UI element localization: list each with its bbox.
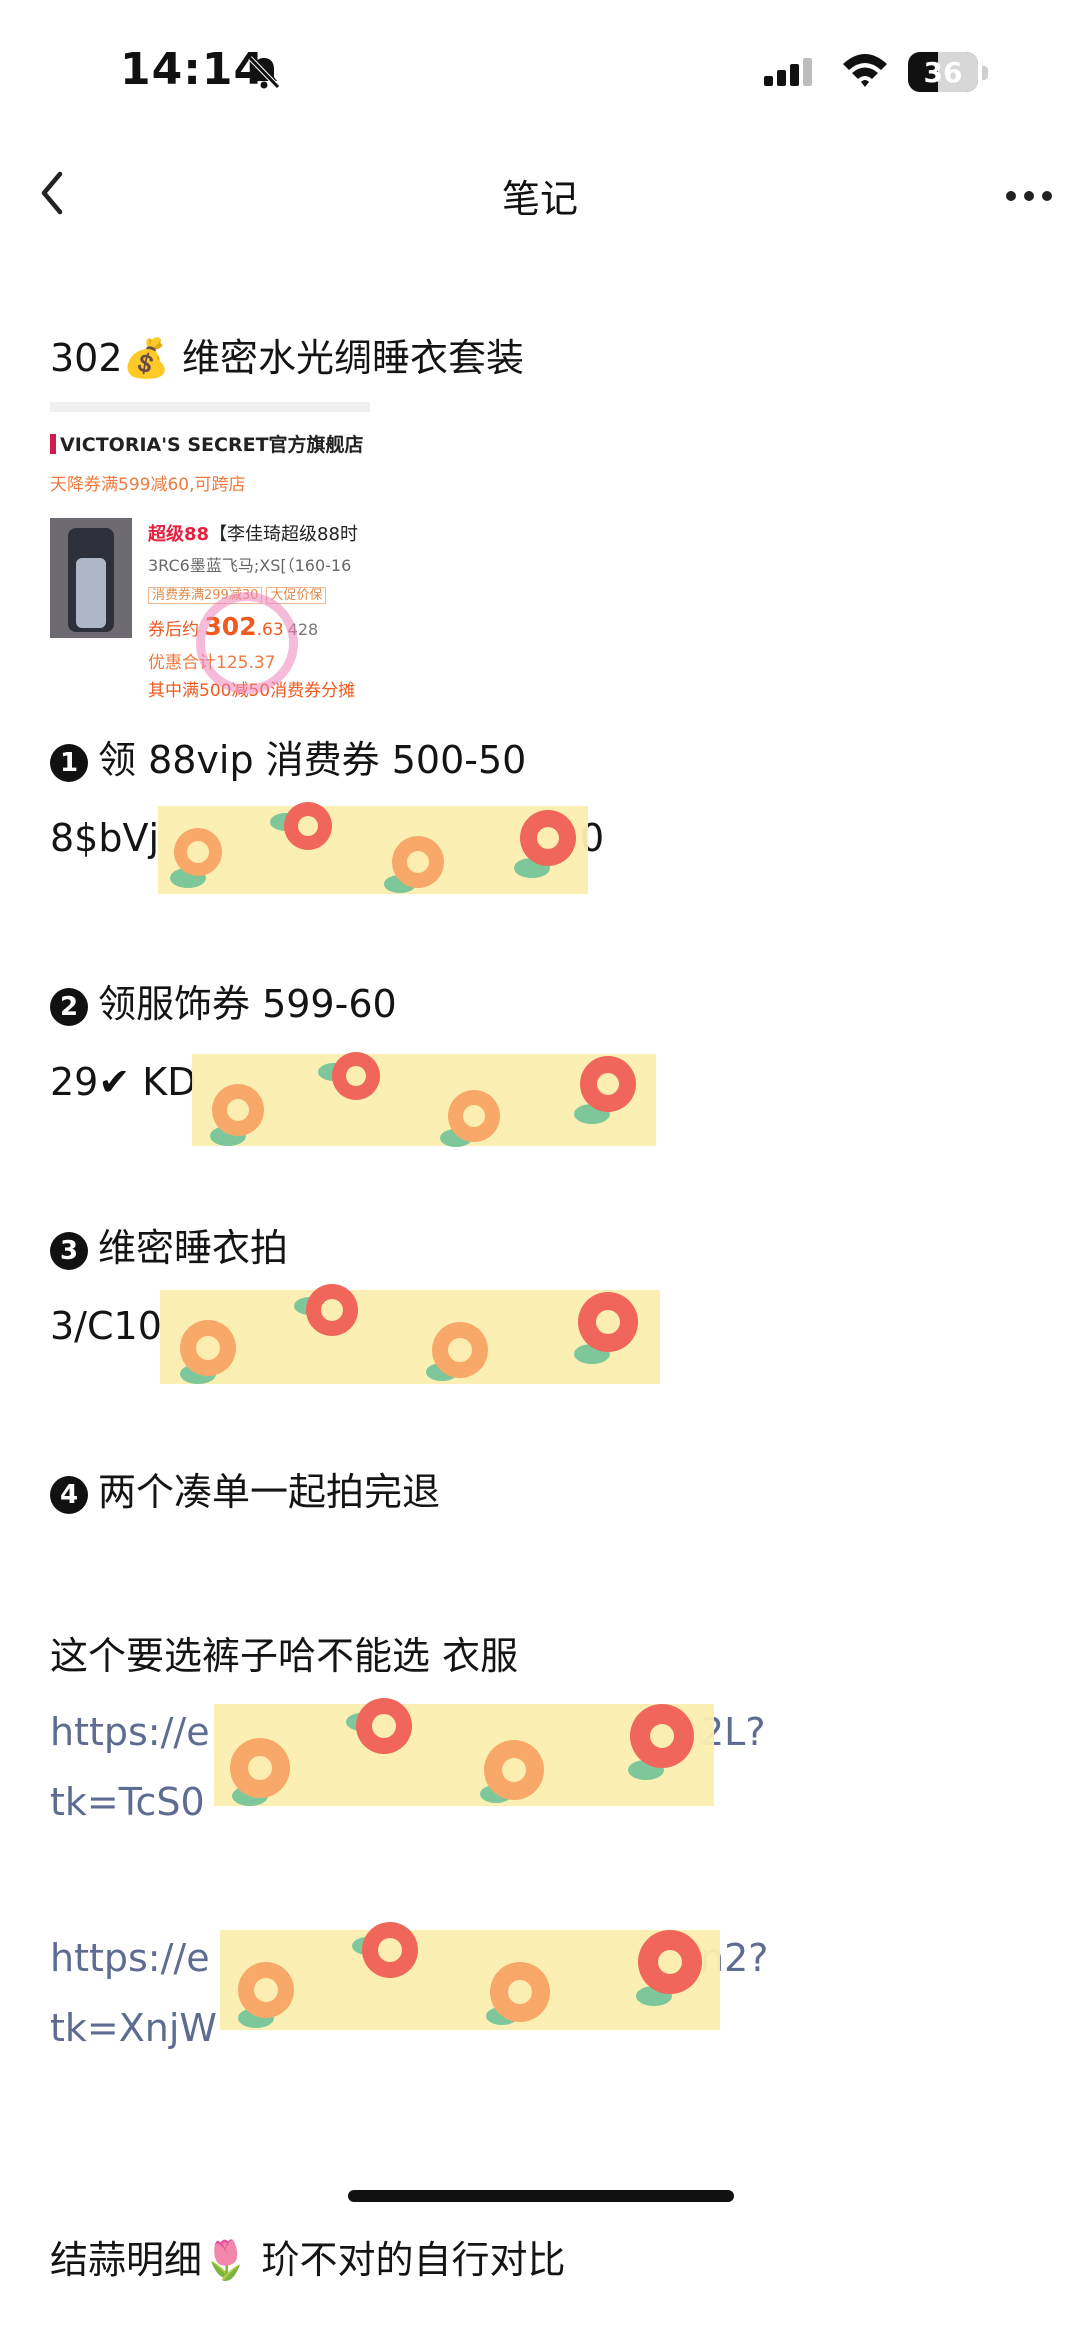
flower-tape-sticker xyxy=(158,802,588,894)
pants-note: 这个要选裤子哈不能选 衣服 xyxy=(50,1634,519,1678)
flower-tape-sticker xyxy=(214,1698,714,1806)
product-screenshot[interactable]: VICTORIA'S SECRET官方旗舰店 天降券满599减60,可跨店 超级… xyxy=(50,402,370,708)
home-indicator[interactable] xyxy=(348,2190,734,2202)
heading-text: 维密水光绸睡衣套装 xyxy=(181,336,524,380)
store-name: VICTORIA'S SECRET官方旗舰店 xyxy=(50,430,364,457)
footer-text: 结蒜明细🌷 玠不对的自行对比 xyxy=(50,2238,566,2282)
step-text: 领 88vip 消费券 500-50 xyxy=(98,738,527,782)
step-number: 4 xyxy=(50,1476,88,1514)
battery-icon: 36 xyxy=(908,52,978,92)
link-1-line-2[interactable]: tk=TcS0 xyxy=(50,1772,205,1832)
step-2: 2 领服饰券 599-60 xyxy=(50,980,397,1028)
step-number: 1 xyxy=(50,744,88,782)
step-text: 领服饰券 599-60 xyxy=(98,982,397,1026)
page-title: 笔记 xyxy=(501,177,578,221)
flower-tape-sticker xyxy=(192,1052,656,1147)
step-number: 3 xyxy=(50,1232,88,1270)
flower-tape-sticker xyxy=(160,1284,660,1384)
step-text: 两个凑单一起拍完退 xyxy=(98,1470,441,1514)
product-photo xyxy=(50,518,132,638)
signal-icon xyxy=(764,56,824,92)
step-4: 4 两个凑单一起拍完退 xyxy=(50,1468,440,1516)
highlight-circle xyxy=(196,592,298,694)
step-1-code: 8$bVj xyxy=(50,816,160,860)
step-3-code: 3/C10 xyxy=(50,1304,162,1348)
wifi-icon xyxy=(840,50,890,94)
link-2-line-2[interactable]: tk=XnjW xyxy=(50,1998,217,2058)
battery-level: 36 xyxy=(923,56,963,89)
note-heading: 302💰 维密水光绸睡衣套装 xyxy=(50,334,524,382)
battery-tip xyxy=(982,66,988,80)
step-text: 维密睡衣拍 xyxy=(98,1226,289,1270)
step-number: 2 xyxy=(50,988,88,1026)
status-time: 14:14 xyxy=(120,44,266,95)
tulip-icon: 🌷 xyxy=(202,2238,250,2282)
step-2-code: 29✔ KD xyxy=(50,1060,197,1104)
link-2-line-1[interactable]: https://e xyxy=(50,1928,210,1988)
product-title: 超级88【李佳琦超级88时 xyxy=(148,524,358,545)
step-3: 3 维密睡衣拍 xyxy=(50,1224,288,1272)
heading-price: 302 xyxy=(50,336,123,380)
step-1: 1 领 88vip 消费券 500-50 xyxy=(50,736,526,784)
product-sku: 3RC6墨蓝飞马;XS[（160-16 xyxy=(148,556,352,575)
money-bag-icon: 💰 xyxy=(122,336,170,380)
flower-tape-sticker xyxy=(220,1922,720,2030)
bell-off-icon xyxy=(246,54,282,94)
store-promo: 天降券满599减60,可跨店 xyxy=(50,475,246,495)
link-1-line-1[interactable]: https://e xyxy=(50,1702,210,1762)
more-icon[interactable] xyxy=(1006,186,1060,205)
